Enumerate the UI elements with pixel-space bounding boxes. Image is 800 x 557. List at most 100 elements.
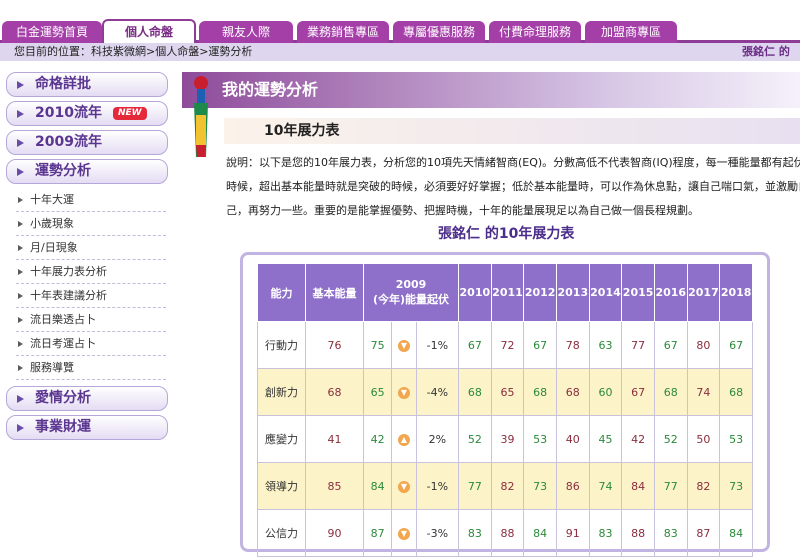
change-percent: -1% — [415, 462, 460, 510]
sidebar-item-2010[interactable]: 2010流年 NEW — [6, 101, 168, 126]
col-year: 2010 — [458, 263, 492, 322]
year-value: 39 — [490, 415, 525, 463]
user-name: 張銘仁 的 — [742, 45, 790, 58]
sidebar-subitem[interactable]: 流日考運占卜 — [16, 332, 166, 356]
year-value: 72 — [490, 321, 525, 369]
sidebar-item-label: 2009流年 — [35, 134, 102, 150]
year-value: 68 — [523, 368, 557, 416]
col-year: 2017 — [686, 263, 721, 322]
year-value: 53 — [523, 415, 557, 463]
sidebar-subitem[interactable]: 十年大運 — [16, 188, 166, 212]
section-heading: 10年展力表 — [224, 118, 800, 144]
table-row: 應變力 41 42 ▲ 2% 52 39 53 40 45 42 52 50 53 — [257, 415, 753, 463]
trend-cell: ▼ — [391, 509, 417, 557]
change-percent: -4% — [415, 368, 460, 416]
year-value: 65 — [490, 368, 525, 416]
year-value: 68 — [555, 368, 590, 416]
col-2009-year: 2009 — [395, 278, 427, 291]
sidebar-subitem[interactable]: 十年表建議分析 — [16, 284, 166, 308]
tab-personal-chart[interactable]: 個人命盤 — [102, 19, 196, 43]
sidebar-item-label: 愛情分析 — [35, 390, 91, 406]
table-row: 領導力 85 84 ▼ -1% 77 82 73 86 74 84 77 82 73 — [257, 462, 753, 510]
year-value: 68 — [653, 368, 688, 416]
sidebar-subitem[interactable]: 服務導覽 — [16, 356, 166, 380]
sidebar-item-mingge[interactable]: 命格詳批 — [6, 72, 168, 97]
trend-cell: ▲ — [391, 415, 417, 463]
base-energy: 76 — [305, 321, 364, 369]
year-value: 67 — [719, 321, 753, 369]
year-value: 77 — [458, 462, 492, 510]
arrow-down-icon: ▼ — [397, 528, 410, 540]
tab-sales[interactable]: 業務銷售專區 — [297, 21, 389, 43]
year-value: 52 — [458, 415, 492, 463]
year-value: 67 — [653, 321, 688, 369]
year-value: 84 — [621, 462, 655, 510]
year-value: 84 — [523, 509, 557, 557]
col-2009: 2009 (今年)能量起伏 — [363, 263, 459, 322]
top-tab-bar: 白金運勢首頁 個人命盤 親友人際 業務銷售專區 專屬優惠服務 付費命理服務 加盟… — [0, 0, 800, 43]
breadcrumb: 您目前的位置：科技紫微網>個人命盤>運勢分析 — [14, 45, 253, 58]
trend-cell: ▼ — [391, 462, 417, 510]
sidebar-item-career[interactable]: 事業財運 — [6, 415, 168, 440]
year-value: 88 — [621, 509, 655, 557]
year-value: 63 — [588, 321, 623, 369]
sidebar-item-love[interactable]: 愛情分析 — [6, 386, 168, 411]
col-base: 基本能量 — [305, 263, 364, 322]
arrow-down-icon: ▼ — [397, 481, 410, 493]
description-line: 時候，超出基本能量時就是突破的時候，必須要好好掌握；低於基本能量時，可以作為休息… — [226, 180, 800, 193]
description-line: 說明：以下是您的10年展力表，分析您的10項先天情緒智商(EQ)。分數高低不代表… — [226, 156, 800, 169]
col-year: 2012 — [523, 263, 557, 322]
col-year: 2011 — [490, 263, 525, 322]
year-value: 80 — [686, 321, 721, 369]
change-percent: -3% — [415, 509, 460, 557]
sidebar-item-2009[interactable]: 2009流年 — [6, 130, 168, 155]
year-value: 91 — [555, 509, 590, 557]
year-value: 82 — [686, 462, 721, 510]
sidebar-item-yunshi[interactable]: 運勢分析 — [6, 159, 168, 184]
year-value: 74 — [686, 368, 721, 416]
tab-friends[interactable]: 親友人際 — [199, 21, 293, 43]
year-value: 77 — [653, 462, 688, 510]
energy-2009: 84 — [362, 462, 393, 510]
year-value: 88 — [490, 509, 525, 557]
col-year: 2013 — [555, 263, 590, 322]
sidebar-subitem[interactable]: 月/日現象 — [16, 236, 166, 260]
col-ability: 能力 — [257, 263, 306, 322]
sidebar-item-label: 運勢分析 — [35, 163, 91, 179]
section-title: 10年展力表 — [264, 123, 340, 139]
year-value: 83 — [458, 509, 492, 557]
sidebar-subitem[interactable]: 小歲現象 — [16, 212, 166, 236]
change-percent: 2% — [415, 415, 460, 463]
tab-home[interactable]: 白金運勢首頁 — [2, 21, 102, 43]
year-value: 67 — [621, 368, 655, 416]
ability-name: 應變力 — [257, 415, 306, 463]
ability-name: 領導力 — [257, 462, 306, 510]
year-value: 83 — [653, 509, 688, 557]
sidebar-item-label: 事業財運 — [35, 419, 91, 435]
sidebar-subitem[interactable]: 十年展力表分析 — [16, 260, 166, 284]
year-value: 67 — [523, 321, 557, 369]
year-value: 60 — [588, 368, 623, 416]
sidebar-subitem[interactable]: 流日樂透占卜 — [16, 308, 166, 332]
table-row: 行動力 76 75 ▼ -1% 67 72 67 78 63 77 67 80 67 — [257, 321, 753, 369]
power-table-panel: 能力 基本能量 2009 (今年)能量起伏 2010 2011 2012 2013… — [240, 252, 770, 557]
year-value: 83 — [588, 509, 623, 557]
tab-offers[interactable]: 專屬優惠服務 — [393, 21, 485, 43]
base-energy: 85 — [305, 462, 364, 510]
year-value: 42 — [621, 415, 655, 463]
tab-franchise[interactable]: 加盟商專區 — [585, 21, 677, 43]
trend-cell: ▼ — [391, 368, 417, 416]
ability-name: 公信力 — [257, 509, 306, 557]
col-year: 2016 — [653, 263, 688, 322]
base-energy: 41 — [305, 415, 364, 463]
year-value: 52 — [653, 415, 688, 463]
col-2009-desc: (今年)能量起伏 — [372, 293, 450, 306]
table-body: 行動力 76 75 ▼ -1% 67 72 67 78 63 77 67 80 67 創新力 68 65 ▼ -4%… — [257, 321, 753, 557]
energy-2009: 87 — [362, 509, 393, 557]
year-value: 45 — [588, 415, 623, 463]
tab-paid-services[interactable]: 付費命理服務 — [489, 21, 581, 43]
year-value: 82 — [490, 462, 525, 510]
sidebar-item-label: 命格詳批 — [35, 76, 91, 92]
trend-cell: ▼ — [391, 321, 417, 369]
year-value: 84 — [719, 509, 753, 557]
